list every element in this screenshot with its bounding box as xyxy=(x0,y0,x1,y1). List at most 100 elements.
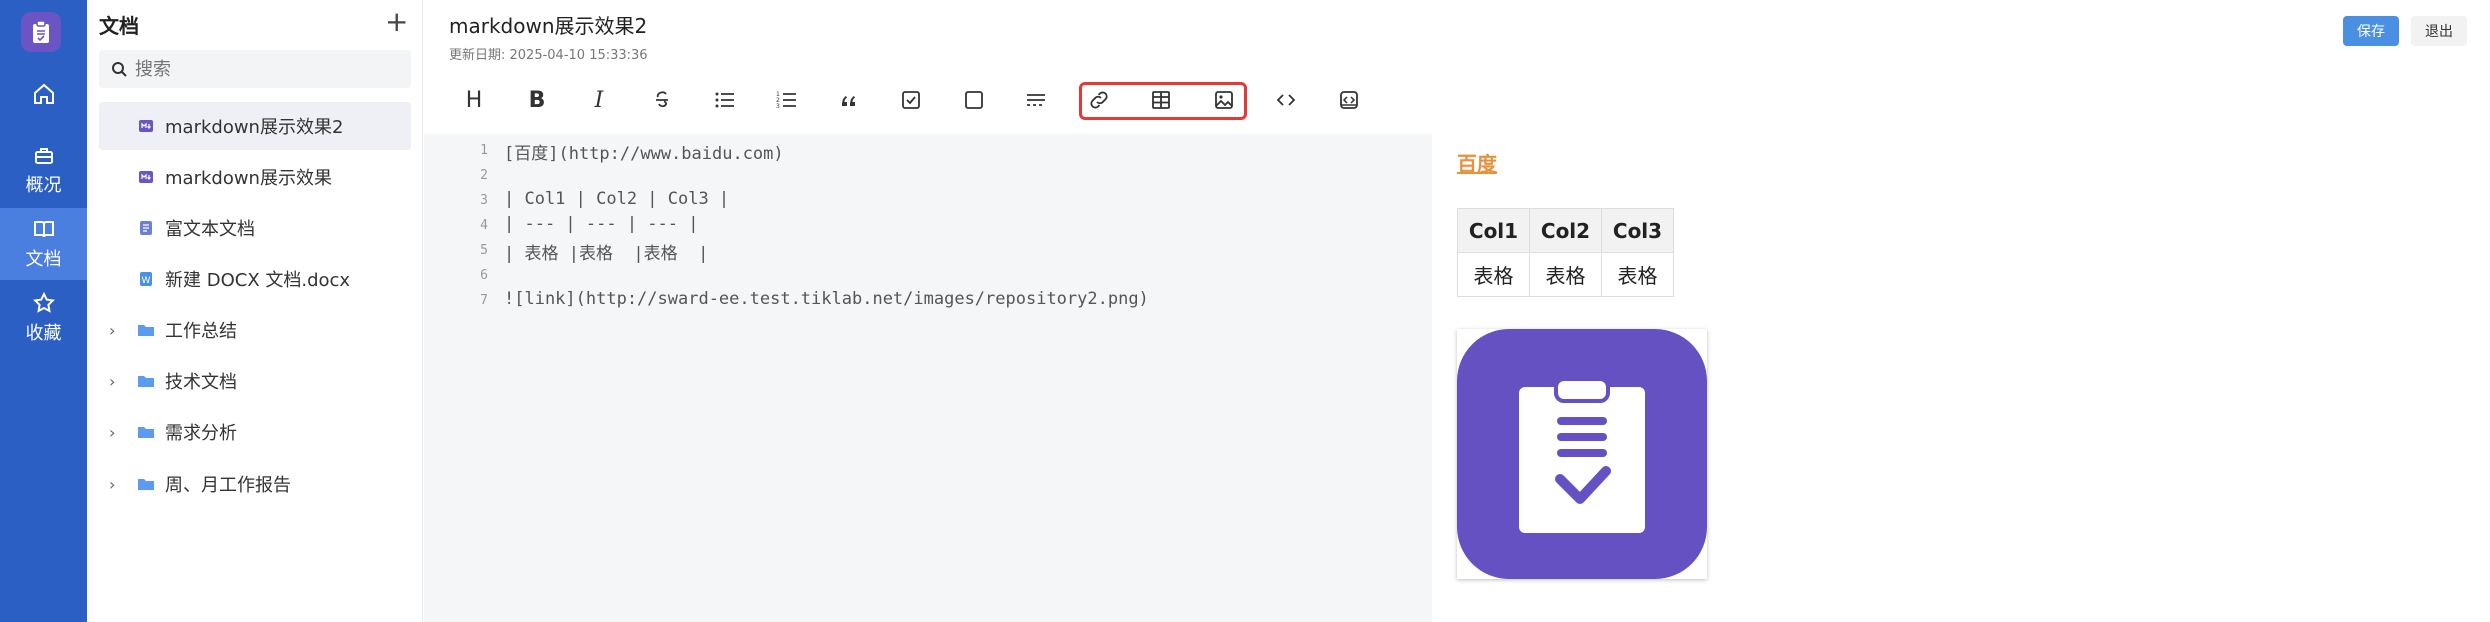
divider-button[interactable] xyxy=(1018,84,1054,116)
doc-item-label: 新建 DOCX 文档.docx xyxy=(165,270,351,291)
task-checkbox-button[interactable] xyxy=(893,84,929,116)
rail-item-label: 收藏 xyxy=(25,323,62,344)
line-text: ![link](http://sward-ee.test.tiklab.net/… xyxy=(504,289,1149,309)
rail-item-label: 概况 xyxy=(25,175,62,196)
doc-item-label: 富文本文档 xyxy=(165,219,255,240)
chevron-right-icon[interactable]: › xyxy=(109,475,129,494)
line-number: 1 xyxy=(480,143,488,158)
square-button[interactable] xyxy=(956,84,992,116)
editor-line: 5 | 表格 |表格 |表格 | xyxy=(424,239,1432,264)
heading-icon: H xyxy=(465,87,483,113)
code-block-button[interactable] xyxy=(1331,84,1367,116)
bold-button[interactable]: B xyxy=(519,84,555,116)
doc-item-markdown2[interactable]: markdown展示效果2 xyxy=(99,102,411,150)
table-cell: 表格 xyxy=(1601,252,1674,297)
line-number: 7 xyxy=(480,293,488,308)
quote-icon xyxy=(842,96,855,106)
briefcase-icon xyxy=(34,148,53,164)
heading-button[interactable]: H xyxy=(456,84,492,116)
exit-button[interactable]: 退出 xyxy=(2411,16,2467,46)
folder-icon xyxy=(135,476,157,492)
rail-item-label: 文档 xyxy=(25,249,62,270)
folder-icon xyxy=(135,424,157,440)
markdown-icon xyxy=(135,118,157,134)
markdown-icon xyxy=(135,169,157,185)
editor-line: 6 xyxy=(424,264,1432,289)
editor-line: 7 ![link](http://sward-ee.test.tiklab.net… xyxy=(424,289,1432,314)
search-icon xyxy=(112,62,127,77)
folder-label: 技术文档 xyxy=(165,372,237,393)
code-icon xyxy=(1276,94,1296,106)
code-button[interactable] xyxy=(1268,84,1304,116)
svg-text:W: W xyxy=(142,276,151,286)
rail-item-favorites[interactable]: 收藏 xyxy=(0,282,87,354)
left-rail: 概况 文档 收藏 xyxy=(0,0,87,622)
star-icon xyxy=(32,291,55,313)
strikethrough-button[interactable] xyxy=(644,84,680,116)
folder-icon xyxy=(135,322,157,338)
rail-item-docs[interactable]: 文档 xyxy=(0,208,87,280)
folder-item-tech-docs[interactable]: › 技术文档 xyxy=(99,357,411,405)
folder-item-reports[interactable]: › 周、月工作报告 xyxy=(99,460,411,508)
doc-item-docx[interactable]: W 新建 DOCX 文档.docx xyxy=(99,255,411,303)
page-title: markdown展示效果2 xyxy=(449,14,648,38)
editor-line: 4 | --- | --- | --- | xyxy=(424,214,1432,239)
doc-sidebar: 文档 + markdown展示效果2 markdown展示效果 富文本文档 W … xyxy=(87,0,423,622)
plus-icon[interactable]: + xyxy=(385,8,408,36)
rail-item-overview[interactable]: 概况 xyxy=(0,134,87,206)
folder-label: 需求分析 xyxy=(165,423,237,444)
markdown-editor[interactable]: 1 [百度](http://www.baidu.com) 2 3 | Col1 | … xyxy=(424,134,1432,622)
doc-item-label: markdown展示效果2 xyxy=(165,117,344,138)
search-input[interactable] xyxy=(135,58,395,80)
quote-button[interactable] xyxy=(831,84,867,116)
doc-item-label: markdown展示效果 xyxy=(165,168,332,189)
bullet-list-icon xyxy=(715,92,734,108)
rail-item-home[interactable] xyxy=(0,58,87,130)
app-window: 概况 文档 收藏 文档 + markdown展示效果2 markdown展示效果 xyxy=(0,0,2490,622)
folder-icon xyxy=(135,373,157,389)
chevron-right-icon[interactable]: › xyxy=(109,423,129,442)
search-box[interactable] xyxy=(99,50,411,88)
book-icon xyxy=(33,221,54,238)
updated-date: 更新日期: 2025-04-10 15:33:36 xyxy=(449,48,648,63)
line-number: 6 xyxy=(480,268,488,283)
editor-line: 2 xyxy=(424,164,1432,189)
doc-item-markdown[interactable]: markdown展示效果 xyxy=(99,153,411,201)
clipboard-icon[interactable] xyxy=(21,12,61,52)
line-number: 5 xyxy=(480,243,488,258)
italic-button[interactable]: I xyxy=(581,84,617,116)
markdown-preview: 百度 Col1 Col2 Col3 表格 表格 表格 xyxy=(1432,134,2490,622)
table-header-cell: Col1 xyxy=(1457,208,1530,253)
bullet-list-button[interactable] xyxy=(707,84,743,116)
document-icon xyxy=(135,220,157,236)
folder-label: 工作总结 xyxy=(165,321,237,342)
folder-item-work-summary[interactable]: › 工作总结 xyxy=(99,306,411,354)
preview-link[interactable]: 百度 xyxy=(1457,148,1497,177)
ordered-list-button[interactable]: 123 xyxy=(769,84,805,116)
line-number: 4 xyxy=(480,218,488,233)
doc-item-richtext[interactable]: 富文本文档 xyxy=(99,204,411,252)
toolbar-highlight-box xyxy=(1079,82,1247,120)
task-checkbox-icon xyxy=(902,91,920,109)
editor-line: 1 [百度](http://www.baidu.com) xyxy=(424,139,1432,164)
ordered-list-icon: 123 xyxy=(776,91,796,110)
save-button[interactable]: 保存 xyxy=(2343,16,2399,46)
chevron-right-icon[interactable]: › xyxy=(109,321,129,340)
line-text: | Col1 | Col2 | Col3 | xyxy=(504,189,730,209)
code-block-icon xyxy=(1340,91,1358,109)
editor-line: 3 | Col1 | Col2 | Col3 | xyxy=(424,189,1432,214)
italic-icon: I xyxy=(594,87,604,113)
clipboard-app-icon xyxy=(1457,329,1707,579)
line-text: | 表格 |表格 |表格 | xyxy=(504,244,709,264)
chevron-right-icon[interactable]: › xyxy=(109,372,129,391)
folder-item-requirements[interactable]: › 需求分析 xyxy=(99,408,411,456)
sidebar-title: 文档 xyxy=(99,14,139,38)
word-icon: W xyxy=(135,271,157,287)
line-text: | --- | --- | --- | xyxy=(504,214,699,234)
svg-text:3: 3 xyxy=(776,103,780,110)
folder-label: 周、月工作报告 xyxy=(165,475,291,496)
line-text: [百度](http://www.baidu.com) xyxy=(504,144,784,164)
table-cell: 表格 xyxy=(1529,252,1602,297)
preview-table: Col1 Col2 Col3 表格 表格 表格 xyxy=(1457,208,1674,297)
home-icon xyxy=(33,83,54,104)
